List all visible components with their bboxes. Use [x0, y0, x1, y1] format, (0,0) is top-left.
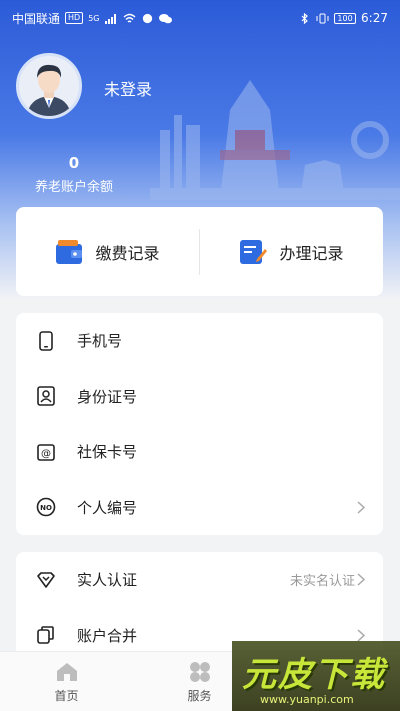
personal-info-card: 手机号 身份证号 @ 社保卡号 NO 个人编号 — [16, 313, 383, 535]
number-badge-icon: NO — [36, 497, 56, 517]
phone-label: 手机号 — [77, 332, 123, 351]
bluetooth-icon — [301, 12, 308, 24]
app-notification-icon — [142, 13, 152, 23]
vibrate-icon — [316, 13, 329, 23]
carrier-label: 中国联通 — [12, 11, 61, 26]
social-security-card-icon: @ — [37, 443, 55, 461]
status-bar: 中国联通 HD 5G 100 6:27 — [0, 0, 400, 36]
phone-row[interactable]: 手机号 — [16, 313, 383, 369]
handling-records-label: 办理记录 — [279, 243, 344, 263]
pension-balance-label: 养老账户余额 — [34, 180, 113, 195]
services-grid-icon — [189, 661, 210, 682]
handling-records-button[interactable]: 办理记录 — [200, 207, 383, 296]
document-edit-icon — [240, 239, 268, 264]
wechat-icon — [158, 13, 172, 23]
chevron-right-icon — [357, 501, 365, 514]
watermark-title: 元皮下载 — [242, 655, 386, 695]
id-number-label: 身份证号 — [77, 387, 138, 406]
clock: 6:27 — [361, 11, 388, 25]
personal-number-row[interactable]: NO 个人编号 — [16, 480, 383, 536]
signal-icon — [104, 13, 116, 24]
user-avatar-icon — [27, 64, 71, 116]
avatar[interactable] — [16, 53, 82, 119]
diamond-verify-icon — [37, 571, 55, 588]
payment-records-label: 缴费记录 — [95, 243, 160, 263]
payment-records-button[interactable]: 缴费记录 — [16, 207, 199, 296]
social-card-label: 社保卡号 — [77, 443, 138, 462]
battery-indicator: 100 — [334, 12, 357, 24]
pension-balance-value: 0 — [68, 154, 80, 172]
id-number-row[interactable]: 身份证号 — [16, 369, 383, 425]
watermark-url: www.yuanpi.com — [260, 693, 354, 706]
copy-merge-icon — [37, 626, 54, 645]
nav-home-label: 首页 — [54, 688, 79, 703]
network-label: 5G — [88, 13, 100, 23]
nav-home[interactable]: 首页 — [0, 652, 133, 711]
city-skyline-illustration — [150, 80, 400, 200]
chevron-right-icon — [357, 629, 365, 642]
svg-text:NO: NO — [40, 504, 52, 512]
personal-number-label: 个人编号 — [77, 498, 138, 517]
hd-badge: HD — [65, 12, 84, 24]
real-name-auth-row[interactable]: 实人认证 未实名认证 — [16, 552, 383, 608]
svg-text:@: @ — [41, 448, 51, 459]
wifi-icon — [123, 13, 135, 23]
mobile-phone-icon — [39, 330, 53, 351]
chevron-right-icon — [357, 573, 365, 586]
home-icon — [56, 662, 77, 681]
login-status-text[interactable]: 未登录 — [104, 76, 152, 100]
site-watermark: 元皮下载 www.yuanpi.com — [232, 641, 400, 711]
id-card-icon — [37, 386, 55, 407]
records-card: 缴费记录 办理记录 — [16, 207, 383, 296]
wallet-icon — [56, 239, 83, 264]
social-card-row[interactable]: @ 社保卡号 — [16, 424, 383, 480]
real-name-auth-label: 实人认证 — [77, 571, 138, 590]
real-name-status: 未实名认证 — [289, 574, 355, 590]
nav-service-label: 服务 — [187, 688, 212, 703]
